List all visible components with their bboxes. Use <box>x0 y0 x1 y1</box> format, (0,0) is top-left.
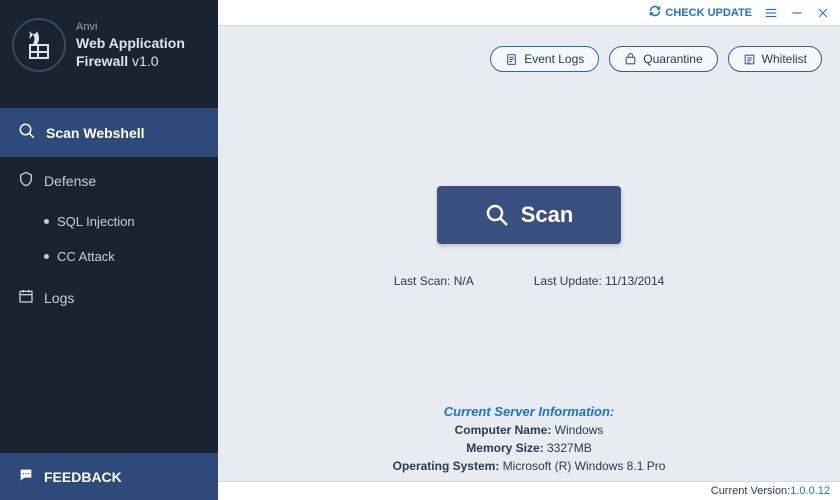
server-info-title: Current Server Information: <box>218 402 840 422</box>
computer-name: Computer Name: Windows <box>218 421 840 439</box>
app-product: Firewall v1.0 <box>76 52 185 70</box>
nav-scan-webshell[interactable]: Scan Webshell <box>0 108 218 157</box>
nav-sub-label: SQL Injection <box>57 214 135 229</box>
feedback-label: FEEDBACK <box>44 469 122 485</box>
brand-name: Anvi <box>76 20 185 34</box>
nav-label: Scan Webshell <box>46 125 145 141</box>
logo-text: Anvi Web Application Firewall v1.0 <box>76 20 185 71</box>
close-button[interactable] <box>816 6 830 20</box>
shield-icon <box>18 171 34 190</box>
memory-size: Memory Size: 3327MB <box>218 439 840 457</box>
bullet-icon <box>44 254 49 259</box>
server-info: Current Server Information: Computer Nam… <box>218 392 840 482</box>
quarantine-button[interactable]: Quarantine <box>609 46 717 72</box>
sidebar: Anvi Web Application Firewall v1.0 Scan … <box>0 0 218 500</box>
last-update: Last Update: 11/13/2014 <box>534 274 665 288</box>
main-area: CHECK UPDATE Event Logs Quarantine White… <box>218 0 840 500</box>
scan-button[interactable]: Scan <box>437 186 622 244</box>
pill-row: Event Logs Quarantine Whitelist <box>218 26 840 82</box>
check-update-button[interactable]: CHECK UPDATE <box>649 5 752 20</box>
operating-system: Operating System: Microsoft (R) Windows … <box>218 457 840 475</box>
logo-area: Anvi Web Application Firewall v1.0 <box>0 0 218 90</box>
quarantine-icon <box>624 53 637 66</box>
refresh-icon <box>649 5 661 20</box>
event-logs-button[interactable]: Event Logs <box>490 46 599 72</box>
document-icon <box>505 53 518 66</box>
search-icon <box>485 203 509 227</box>
pill-label: Quarantine <box>643 52 702 66</box>
last-scan: Last Scan: N/A <box>394 274 474 288</box>
chat-icon <box>18 467 34 486</box>
nav-label: Logs <box>44 290 74 306</box>
topbar: CHECK UPDATE <box>218 0 840 26</box>
list-icon <box>743 53 756 66</box>
pill-label: Whitelist <box>762 52 807 66</box>
footer: Current Version:1.0.0.12 <box>218 481 840 500</box>
nav-logs[interactable]: Logs <box>0 274 218 321</box>
check-update-label: CHECK UPDATE <box>665 7 752 19</box>
pill-label: Event Logs <box>524 52 584 66</box>
nav-sub-label: CC Attack <box>57 249 115 264</box>
nav-cc-attack[interactable]: CC Attack <box>0 239 218 274</box>
version-label: Current Version: <box>711 485 790 497</box>
version-value: 1.0.0.12 <box>790 485 830 497</box>
app-name: Web Application <box>76 34 185 52</box>
bullet-icon <box>44 219 49 224</box>
firewall-logo-icon <box>12 18 66 72</box>
nav-sql-injection[interactable]: SQL Injection <box>0 204 218 239</box>
nav: Scan Webshell Defense SQL Injection CC A… <box>0 108 218 321</box>
nav-defense[interactable]: Defense <box>0 157 218 204</box>
feedback-button[interactable]: FEEDBACK <box>0 453 218 500</box>
minimize-button[interactable] <box>790 6 804 20</box>
calendar-icon <box>18 288 34 307</box>
nav-label: Defense <box>44 173 96 189</box>
whitelist-button[interactable]: Whitelist <box>728 46 822 72</box>
scan-button-label: Scan <box>521 202 574 228</box>
center-panel: Scan Last Scan: N/A Last Update: 11/13/2… <box>218 82 840 392</box>
search-icon <box>18 122 36 143</box>
menu-icon[interactable] <box>764 6 778 20</box>
scan-meta: Last Scan: N/A Last Update: 11/13/2014 <box>394 274 665 288</box>
